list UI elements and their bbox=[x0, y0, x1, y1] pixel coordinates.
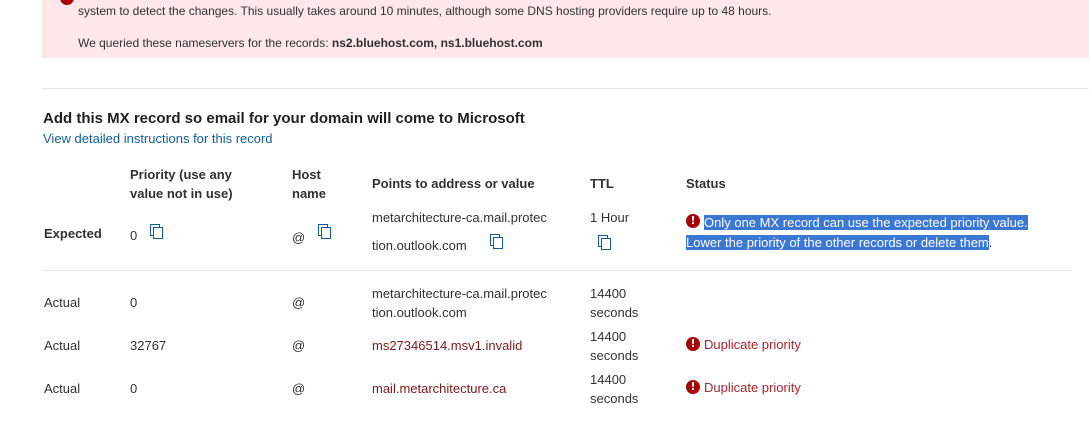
copy-icon[interactable] bbox=[490, 234, 503, 249]
row-label-expected: Expected bbox=[44, 226, 102, 241]
expected-ttl: 1 Hour bbox=[590, 210, 630, 225]
copy-icon[interactable] bbox=[598, 235, 611, 250]
expected-status-tail: . bbox=[988, 235, 993, 250]
alert-nameservers-prefix: We queried these nameservers for the rec… bbox=[78, 36, 332, 50]
actual-ttl-line2: seconds bbox=[590, 305, 639, 320]
actual-ttl-line2: seconds bbox=[590, 348, 639, 363]
actual-priority: 0 bbox=[130, 295, 138, 310]
actual-host: @ bbox=[292, 295, 306, 310]
status-duplicate-priority: Duplicate priority bbox=[704, 380, 801, 395]
expected-priority: 0 bbox=[130, 228, 138, 243]
row-label-actual: Actual bbox=[44, 338, 81, 353]
actual-host: @ bbox=[292, 338, 306, 353]
header-host-line2: name bbox=[292, 186, 326, 201]
divider bbox=[42, 88, 1089, 89]
row-label-actual: Actual bbox=[44, 295, 81, 310]
copy-icon[interactable] bbox=[150, 224, 163, 239]
expected-status-line2: Lower the priority of the other records … bbox=[686, 235, 989, 250]
actual-priority: 32767 bbox=[130, 338, 167, 353]
actual-priority: 0 bbox=[130, 381, 138, 396]
header-priority: Priority (use any value not in use) bbox=[130, 165, 233, 203]
actual-ttl-line1: 14400 bbox=[590, 372, 627, 387]
row-label-actual: Actual bbox=[44, 381, 81, 396]
error-icon bbox=[60, 0, 74, 5]
expected-points-line2: tion.outlook.com bbox=[372, 238, 467, 253]
alert-nameservers: ns2.bluehost.com, ns1.bluehost.com bbox=[331, 36, 543, 50]
error-icon: ! bbox=[686, 337, 700, 351]
error-icon: ! bbox=[686, 380, 700, 394]
actual-ttl-line2: seconds bbox=[590, 391, 639, 406]
header-priority-line2: value not in use) bbox=[130, 186, 233, 201]
actual-host: @ bbox=[292, 381, 306, 396]
actual-points-line1: metarchitecture-ca.mail.protec bbox=[372, 286, 547, 301]
header-status: Status bbox=[686, 176, 726, 191]
actual-points: ms27346514.msv1.invalid bbox=[372, 338, 523, 353]
header-host-line1: Host bbox=[292, 167, 321, 182]
header-host: Host name bbox=[292, 165, 326, 203]
alert-nameservers-line: We queried these nameservers for the rec… bbox=[78, 36, 543, 50]
expected-status: Only one MX record can use the expected … bbox=[686, 213, 1071, 253]
instructions-link[interactable]: View detailed instructions for this reco… bbox=[43, 131, 273, 146]
alert-message: system to detect the changes. This usual… bbox=[78, 4, 772, 18]
header-points-to: Points to address or value bbox=[372, 176, 535, 191]
actual-ttl-line1: 14400 bbox=[590, 329, 627, 344]
actual-points-line2: tion.outlook.com bbox=[372, 305, 467, 320]
actual-ttl-line1: 14400 bbox=[590, 286, 627, 301]
expected-status-line1: Only one MX record can use the expected … bbox=[704, 215, 1028, 230]
header-priority-line1: Priority (use any bbox=[130, 167, 232, 182]
expected-points-line1: metarchitecture-ca.mail.protec bbox=[372, 210, 547, 225]
divider bbox=[42, 270, 1071, 271]
actual-points: mail.metarchitecture.ca bbox=[372, 381, 507, 396]
section-title: Add this MX record so email for your dom… bbox=[43, 110, 525, 127]
expected-host: @ bbox=[292, 230, 306, 245]
header-ttl: TTL bbox=[590, 176, 614, 191]
status-duplicate-priority: Duplicate priority bbox=[704, 337, 801, 352]
error-alert: system to detect the changes. This usual… bbox=[42, 0, 1089, 58]
copy-icon[interactable] bbox=[318, 224, 331, 239]
